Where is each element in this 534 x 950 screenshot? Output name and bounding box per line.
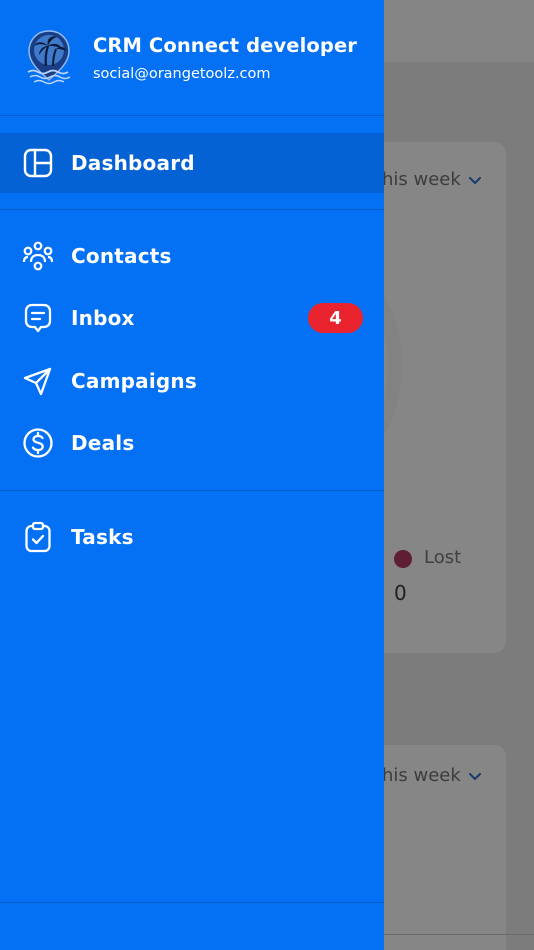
dashboard-layout-icon (22, 147, 54, 179)
divider (0, 490, 384, 491)
clipboard-check-icon (22, 521, 54, 553)
background-period-filter: his week (382, 169, 461, 190)
nav-item-inbox[interactable]: Inbox 4 (0, 288, 384, 348)
account-name: CRM Connect developer (93, 34, 357, 57)
background-lost-value: 0 (394, 581, 407, 605)
contacts-group-icon (22, 240, 54, 272)
nav-label-inbox: Inbox (71, 306, 135, 330)
account-email: social@orangetoolz.com (93, 66, 271, 82)
divider (0, 209, 384, 210)
paper-plane-icon (22, 365, 54, 397)
navigation-drawer: CRM Connect developer social@orangetoolz… (0, 0, 384, 950)
inbox-unread-badge: 4 (308, 303, 363, 333)
background-legend-dot (394, 550, 412, 568)
palm-tree-island-logo (27, 30, 71, 85)
drawer-header: CRM Connect developer social@orangetoolz… (0, 0, 384, 115)
nav-label-campaigns: Campaigns (71, 369, 197, 393)
nav-item-contacts[interactable]: Contacts (0, 226, 384, 286)
divider (0, 115, 384, 116)
nav-label-tasks: Tasks (71, 525, 134, 549)
nav-label-contacts: Contacts (71, 244, 172, 268)
dollar-circle-icon (22, 427, 54, 459)
nav-label-dashboard: Dashboard (71, 151, 195, 175)
background-divider (384, 934, 534, 935)
nav-label-deals: Deals (71, 431, 135, 455)
nav-item-tasks[interactable]: Tasks (0, 507, 384, 567)
chevron-down-icon (469, 773, 481, 780)
background-period-filter: his week (382, 765, 461, 786)
nav-item-dashboard[interactable]: Dashboard (0, 133, 384, 193)
background-legend-lost: Lost (424, 547, 462, 568)
chat-bubble-icon (22, 302, 54, 334)
nav-item-deals[interactable]: Deals (0, 413, 384, 473)
chevron-down-icon (469, 177, 481, 184)
divider (0, 902, 384, 903)
nav-item-campaigns[interactable]: Campaigns (0, 351, 384, 411)
